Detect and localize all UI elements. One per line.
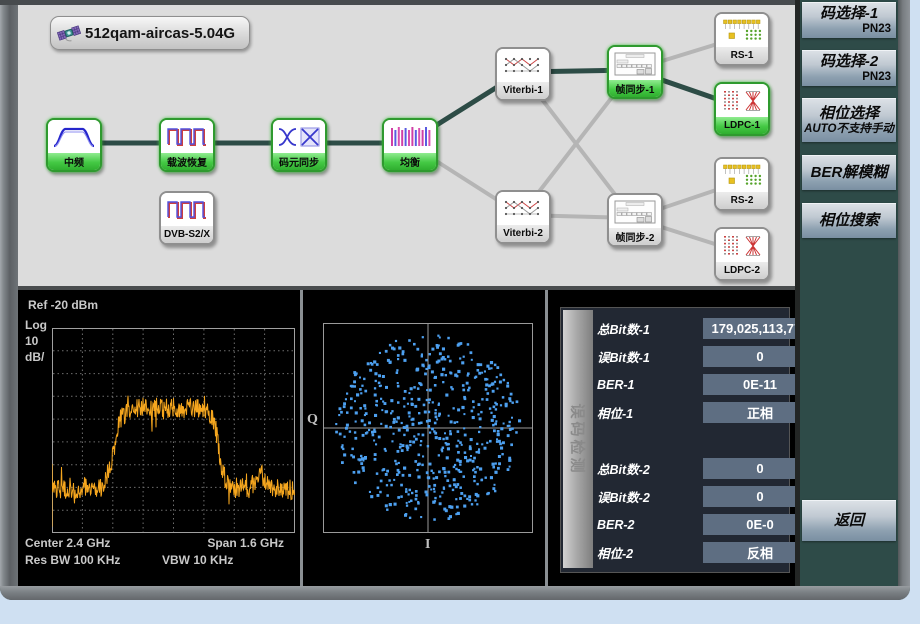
trellis-icon	[497, 192, 549, 225]
sidebar-button-2[interactable]: 码选择-2PN23	[802, 50, 896, 86]
ber-row-4: 相位-1正相	[597, 402, 785, 423]
node-label: 中频	[48, 153, 100, 170]
node-rs1[interactable]: RS-1	[714, 12, 770, 66]
ber-row-label: 相位-1	[597, 403, 667, 422]
spectrum-center-label: Center 2.4 GHz	[25, 536, 110, 550]
ber-row-label: 误Bit数-2	[597, 487, 667, 506]
ber-row-8: 相位-2反相	[597, 542, 785, 563]
node-viterbi2[interactable]: Viterbi-2	[495, 190, 551, 244]
spectrum-unit-label: dB/	[25, 350, 44, 364]
ldpc-icon	[716, 84, 768, 117]
node-ldpc2[interactable]: LDPC-2	[714, 227, 770, 281]
bandpass-icon	[48, 120, 100, 153]
sidebar: 码选择-1PN23码选择-2PN23相位选择AUTO不支持手动BER解模糊相位搜…	[800, 0, 898, 586]
sidebar-button-label: 码选择-1	[802, 5, 896, 22]
signal-title-label: 512qam-aircas-5.04G	[85, 25, 235, 42]
ber-row-3: BER-10E-11	[597, 374, 785, 395]
node-zaibo[interactable]: 载波恢复	[159, 118, 215, 172]
squarewave-icon	[161, 193, 213, 226]
node-label: RS-1	[716, 47, 768, 64]
bottom-panels: Ref -20 dBm Log 10 dB/ Center 2.4 GHz Sp…	[18, 290, 795, 586]
ber-row-label: 总Bit数-1	[597, 319, 667, 338]
equalizer-icon	[384, 120, 436, 153]
node-label: 帧同步-2	[609, 228, 661, 245]
node-label: RS-2	[716, 192, 768, 209]
trellis-icon	[497, 49, 549, 82]
constellation-plot	[323, 323, 533, 533]
node-label: 帧同步-1	[609, 80, 661, 97]
sidebar-button-3[interactable]: 相位选择AUTO不支持手动	[802, 98, 896, 142]
spectrum-plot	[52, 328, 295, 533]
node-zhongpin[interactable]: 中频	[46, 118, 102, 172]
sidebar-button-5[interactable]: 相位搜索	[802, 203, 896, 238]
node-label: DVB-S2/X	[161, 226, 213, 243]
node-mayuan[interactable]: 码元同步	[271, 118, 327, 172]
framesync-icon	[609, 47, 661, 80]
ber-row-label: 误Bit数-1	[597, 347, 667, 366]
ldpc-icon	[716, 229, 768, 262]
ber-row-label: 相位-2	[597, 543, 667, 562]
ber-row-label: 总Bit数-2	[597, 459, 667, 478]
spectrum-ref-label: Ref -20 dBm	[28, 298, 98, 312]
constellation-panel: Q I	[303, 290, 545, 586]
node-label: 载波恢复	[161, 153, 213, 170]
node-label: Viterbi-2	[497, 225, 549, 242]
window-frame-left	[0, 5, 18, 586]
rs-icon	[716, 14, 768, 47]
ber-inner-panel: 误码检测 总Bit数-1179,025,113,776 误Bit数-10 BER-1…	[560, 307, 790, 573]
node-label: 码元同步	[273, 153, 325, 170]
eye-diagram-icon	[273, 120, 325, 153]
sidebar-button-1[interactable]: 码选择-1PN23	[802, 2, 896, 38]
return-button-label: 返回	[802, 512, 896, 529]
ber-row-1: 总Bit数-1179,025,113,776	[597, 318, 785, 339]
i-axis-label: I	[425, 537, 430, 553]
ber-row-label: BER-1	[597, 378, 667, 392]
app-window: 512qam-aircas-5.04G 中频 载波恢复 码元同步 均衡 DVB-S2/X…	[0, 0, 910, 600]
ber-side-label: 误码检测	[568, 403, 589, 475]
sidebar-button-label: 码选择-2	[802, 53, 896, 70]
spectrum-vbw-label: VBW 10 KHz	[162, 553, 233, 567]
rs-icon	[716, 159, 768, 192]
sidebar-button-label: 相位搜索	[802, 212, 896, 229]
node-junheng[interactable]: 均衡	[382, 118, 438, 172]
sidebar-button-label: 相位选择	[802, 105, 896, 122]
node-label: Viterbi-1	[497, 82, 549, 99]
node-label: LDPC-1	[716, 117, 768, 134]
sidebar-button-sublabel: AUTO不支持手动	[802, 122, 896, 136]
ber-row-7: BER-20E-0	[597, 514, 785, 535]
node-ldpc1[interactable]: LDPC-1	[714, 82, 770, 136]
diagram-canvas: 512qam-aircas-5.04G 中频 载波恢复 码元同步 均衡 DVB-S2/X…	[18, 5, 795, 286]
q-axis-label: Q	[307, 412, 318, 428]
return-button[interactable]: 返回	[802, 500, 896, 541]
node-viterbi1[interactable]: Viterbi-1	[495, 47, 551, 101]
window-frame-right	[898, 0, 910, 586]
node-rs2[interactable]: RS-2	[714, 157, 770, 211]
sidebar-button-sublabel: PN23	[802, 22, 896, 36]
window-frame-bottom	[0, 586, 910, 600]
spectrum-panel: Ref -20 dBm Log 10 dB/ Center 2.4 GHz Sp…	[18, 290, 300, 586]
ber-side-strip: 误码检测	[563, 310, 593, 568]
squarewave-icon	[161, 120, 213, 153]
ber-panel: 误码检测 总Bit数-1179,025,113,776 误Bit数-10 BER-1…	[548, 290, 795, 586]
ber-row-5: 总Bit数-20	[597, 458, 785, 479]
spectrum-rbw-label: Res BW 100 KHz	[25, 553, 120, 567]
sidebar-button-4[interactable]: BER解模糊	[802, 155, 896, 190]
node-label: LDPC-2	[716, 262, 768, 279]
node-label: 均衡	[384, 153, 436, 170]
spectrum-scale-label: 10	[25, 334, 38, 348]
ber-row-2: 误Bit数-10	[597, 346, 785, 367]
spectrum-span-label: Span 1.6 GHz	[207, 536, 284, 550]
spectrum-log-label: Log	[25, 318, 47, 332]
node-zhentongbu1[interactable]: 帧同步-1	[607, 45, 663, 99]
ber-row-6: 误Bit数-20	[597, 486, 785, 507]
framesync-icon	[609, 195, 661, 228]
signal-title-button[interactable]: 512qam-aircas-5.04G	[50, 16, 250, 50]
sidebar-button-sublabel: PN23	[802, 70, 896, 84]
node-zhentongbu2[interactable]: 帧同步-2	[607, 193, 663, 247]
node-dvbs2x[interactable]: DVB-S2/X	[159, 191, 215, 245]
satellite-icon	[57, 21, 81, 45]
ber-row-label: BER-2	[597, 518, 667, 532]
sidebar-button-label: BER解模糊	[802, 164, 896, 181]
